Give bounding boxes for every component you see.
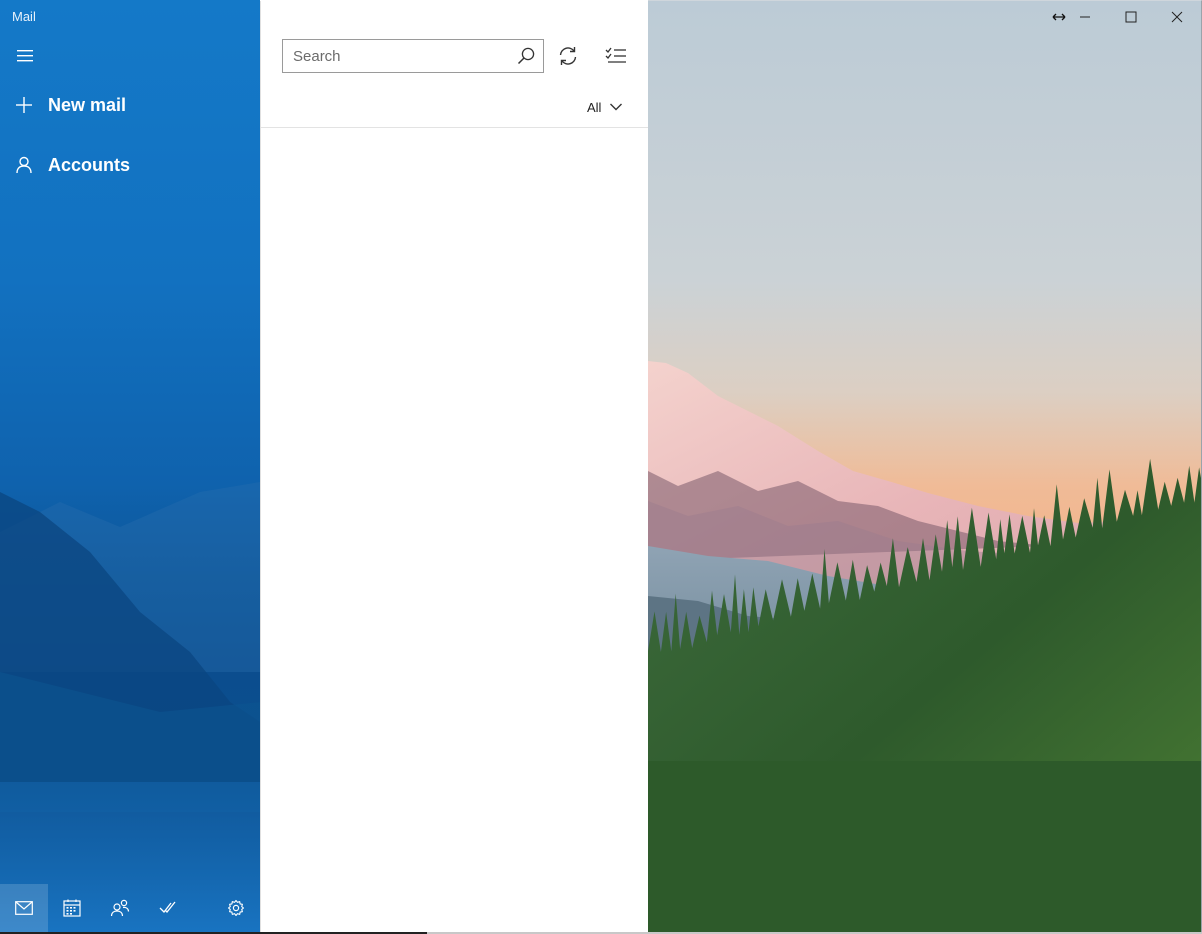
select-mode-button[interactable] <box>599 39 633 73</box>
mail-view-button[interactable] <box>0 884 48 932</box>
todo-view-button[interactable] <box>144 884 192 932</box>
filter-label: All <box>587 99 602 115</box>
accounts-button[interactable]: Accounts <box>0 145 260 185</box>
settings-button[interactable] <box>212 884 260 932</box>
app-title: Mail <box>12 9 36 24</box>
background-landscape-image <box>648 1 1201 932</box>
navigation-pane: Mail New mail Accounts <box>0 0 260 932</box>
filter-dropdown[interactable]: All <box>587 95 623 119</box>
nav-bottom-bar <box>0 884 260 932</box>
calendar-icon <box>63 899 81 917</box>
calendar-view-button[interactable] <box>48 884 96 932</box>
gear-icon <box>227 899 245 917</box>
sync-button[interactable] <box>551 39 585 73</box>
new-mail-button[interactable]: New mail <box>0 85 260 125</box>
hamburger-menu-icon[interactable] <box>12 44 38 68</box>
people-view-button[interactable] <box>96 884 144 932</box>
person-icon <box>0 156 48 174</box>
chevron-down-icon <box>610 103 623 111</box>
search-button[interactable] <box>509 40 543 72</box>
select-mode-icon <box>605 47 626 63</box>
nav-background-mountains <box>0 482 260 932</box>
message-list-pane: All <box>260 1 648 932</box>
maximize-icon <box>1125 11 1137 23</box>
list-header-divider <box>261 127 648 128</box>
maximize-button[interactable] <box>1108 1 1154 33</box>
mail-icon <box>15 901 33 915</box>
checkmark-todo-icon <box>159 901 176 913</box>
accounts-label: Accounts <box>48 154 131 175</box>
sync-icon <box>559 47 577 65</box>
close-icon <box>1171 11 1183 23</box>
search-box[interactable] <box>282 39 544 73</box>
new-mail-label: New mail <box>48 94 127 115</box>
search-input[interactable] <box>283 40 509 72</box>
minimize-icon <box>1080 16 1090 18</box>
minimize-button[interactable] <box>1062 1 1108 33</box>
plus-icon <box>0 96 48 114</box>
people-icon <box>110 899 130 917</box>
close-button[interactable] <box>1154 1 1200 33</box>
search-icon <box>517 47 535 65</box>
reading-pane <box>648 0 1202 932</box>
